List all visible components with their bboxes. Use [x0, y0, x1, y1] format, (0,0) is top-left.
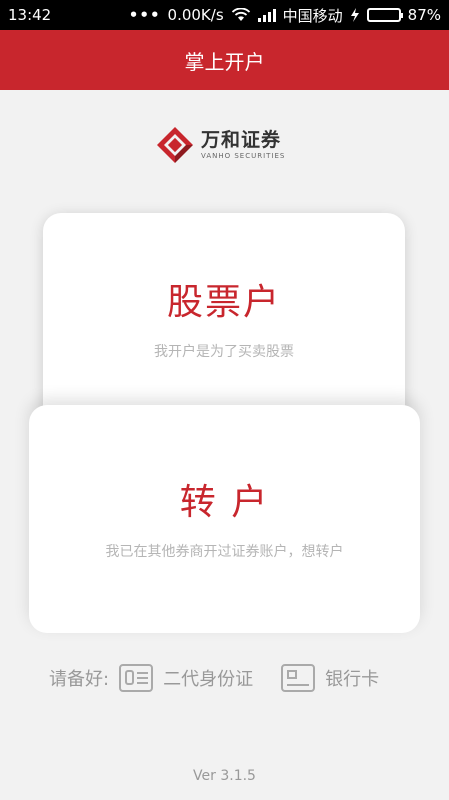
- app-version: Ver 3.1.5: [193, 768, 256, 784]
- charging-bolt-icon: [350, 8, 359, 22]
- logo-text: 万和证券 VANHO SECURITIES: [201, 129, 285, 161]
- more-dots-icon: •••: [128, 6, 161, 24]
- brand-logo: 万和证券 VANHO SECURITIES: [155, 125, 285, 165]
- bank-card-icon: [281, 664, 316, 692]
- page-title: 掌上开户: [184, 49, 265, 74]
- title-bar: 掌上开户: [0, 30, 449, 90]
- logo-name-cn: 万和证券: [201, 129, 282, 151]
- prepare-documents-row: 请备好: 二代身份证 银行卡: [49, 660, 409, 696]
- status-indicators: ••• 0.00K/s 中国移动 87%: [129, 5, 441, 26]
- status-time: 13:42: [8, 6, 52, 24]
- prepare-label: 请备好:: [49, 669, 110, 690]
- status-bar: 13:42 ••• 0.00K/s 中国移动 87%: [0, 0, 449, 30]
- battery-icon: [366, 8, 403, 22]
- carrier-name: 中国移动: [282, 6, 343, 25]
- wifi-icon: [231, 8, 250, 21]
- id-card-icon: [119, 664, 154, 692]
- bank-card-label: 银行卡: [325, 669, 380, 690]
- logo-name-en: VANHO SECURITIES: [201, 152, 286, 160]
- vanho-logo-icon: [157, 127, 193, 163]
- signal-icon: [257, 8, 276, 22]
- id-card-label: 二代身份证: [163, 669, 254, 690]
- transfer-account-description: 我已在其他券商开过证券账户，想转户: [105, 544, 344, 560]
- stock-account-title: 股票户: [166, 282, 281, 323]
- transfer-account-card[interactable]: 转 户 我已在其他券商开过证券账户，想转户: [29, 405, 420, 633]
- battery-percent: 87%: [407, 6, 441, 24]
- network-speed: 0.00K/s: [167, 6, 224, 24]
- transfer-account-title: 转 户: [179, 482, 270, 523]
- stock-account-description: 我开户是为了买卖股票: [154, 344, 294, 360]
